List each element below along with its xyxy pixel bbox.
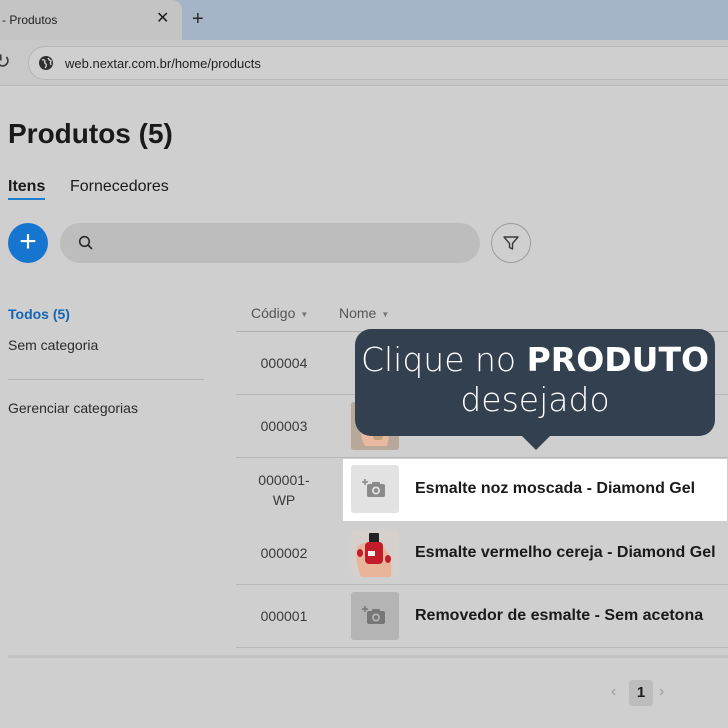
product-name: Esmalte noz moscada - Diamond Gel <box>415 480 696 497</box>
sort-down-icon: ▼ <box>381 309 390 319</box>
category-all[interactable]: Todos (5) <box>8 306 70 322</box>
product-code: 000001- WP <box>258 472 310 508</box>
next-page-icon[interactable]: › <box>659 683 664 701</box>
sidebar-divider <box>8 379 204 380</box>
previous-page-icon[interactable]: ‹ <box>611 683 616 701</box>
globe-icon <box>39 56 53 70</box>
add-product-button[interactable]: + <box>8 223 48 263</box>
tab-fornecedores[interactable]: Fornecedores <box>70 178 169 196</box>
page-title: Produtos (5) <box>8 118 173 149</box>
column-header-code[interactable]: Código ▼ <box>251 305 308 321</box>
product-code: 000002 <box>260 545 308 561</box>
manage-categories-link[interactable]: Gerenciar categorias <box>8 400 138 416</box>
filter-button[interactable] <box>491 223 531 263</box>
product-code: 000001 <box>260 608 308 624</box>
column-header-name[interactable]: Nome ▼ <box>339 305 389 321</box>
page-number[interactable]: 1 <box>629 680 653 706</box>
address-bar[interactable]: web.nextar.com.br/home/products <box>28 46 728 80</box>
browser-tab-bar: - Produtos ✕ + <box>0 0 728 40</box>
product-thumbnail <box>351 592 399 640</box>
add-photo-icon <box>362 606 385 624</box>
product-thumbnail <box>351 465 399 513</box>
table-row-highlighted[interactable]: Esmalte noz moscada - Diamond Gel <box>343 459 727 521</box>
product-name: Esmalte vermelho cereja - Diamond Gel <box>415 544 716 561</box>
browser-tab-title: - Produtos <box>2 13 58 27</box>
tab-itens[interactable]: Itens <box>8 178 46 200</box>
new-tab-icon[interactable]: + <box>192 8 204 30</box>
red-nail-polish-photo-icon <box>351 529 399 577</box>
reload-icon[interactable]: ↻ <box>0 49 11 75</box>
product-name: Removedor de esmalte - Sem acetona <box>415 607 704 624</box>
product-code: 000003 <box>260 418 308 434</box>
product-thumbnail <box>351 529 399 577</box>
search-input[interactable] <box>60 223 480 263</box>
table-row[interactable]: 000001 Removedor de esmalte - Sem aceton… <box>236 585 728 648</box>
search-icon <box>78 235 93 250</box>
browser-toolbar: ↻ web.nextar.com.br/home/products <box>0 40 728 86</box>
table-row[interactable]: 000002 Esmalte vermelho cereja - Diamond… <box>236 522 728 585</box>
category-uncategorized[interactable]: Sem categoria <box>8 337 98 353</box>
filter-icon <box>503 236 519 250</box>
instruction-callout: Clique no PRODUTO desejado <box>355 329 715 450</box>
add-photo-icon <box>362 479 385 497</box>
close-tab-icon[interactable]: ✕ <box>156 9 169 29</box>
url-text: web.nextar.com.br/home/products <box>65 56 261 71</box>
browser-tab[interactable]: - Produtos ✕ <box>0 0 182 40</box>
product-code: 000004 <box>260 355 308 371</box>
callout-text: Clique no PRODUTO desejado <box>360 340 710 419</box>
table-footer-divider <box>8 655 728 658</box>
sort-down-icon: ▼ <box>300 309 309 319</box>
